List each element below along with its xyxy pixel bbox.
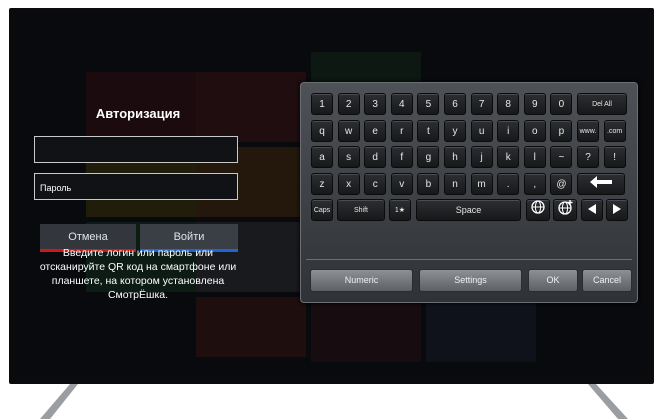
key-2-3[interactable]: f xyxy=(390,146,413,168)
key-0-8[interactable]: 9 xyxy=(523,93,546,115)
cursor-right-key[interactable] xyxy=(606,199,628,221)
key-2-4[interactable]: g xyxy=(417,146,440,168)
login-panel: Авторизация Пароль Отмена Войти Введите … xyxy=(34,96,242,301)
key-3-3[interactable]: v xyxy=(390,172,413,195)
hint-text: Введите логин или пароль или отсканируйт… xyxy=(39,247,237,301)
key-3-1[interactable]: x xyxy=(337,172,360,195)
key-1-6[interactable]: u xyxy=(470,119,493,142)
space-key[interactable]: Space xyxy=(416,199,521,221)
key-0-9[interactable]: 0 xyxy=(550,93,573,115)
key-2-8[interactable]: l xyxy=(523,146,546,168)
key-1-11[interactable]: .com xyxy=(603,119,626,142)
key-0-2[interactable]: 3 xyxy=(364,93,387,115)
globe-plus-icon xyxy=(557,200,572,215)
globe-icon xyxy=(531,200,545,214)
key-1-10[interactable]: www. xyxy=(577,119,599,142)
login-field[interactable] xyxy=(34,136,238,163)
key-3-0[interactable]: z xyxy=(311,172,333,195)
key-0-4[interactable]: 5 xyxy=(417,93,440,115)
key-1-3[interactable]: r xyxy=(390,119,413,142)
key-3-7[interactable]: . xyxy=(497,172,520,195)
key-2-2[interactable]: d xyxy=(364,146,387,168)
key-0-6[interactable]: 7 xyxy=(470,93,493,115)
keyboard-ok-button[interactable]: OK xyxy=(528,269,578,292)
settings-button[interactable]: Settings xyxy=(419,269,522,292)
triangle-left-icon xyxy=(588,204,596,214)
key-2-9[interactable]: ~ xyxy=(550,146,573,168)
key-0-3[interactable]: 4 xyxy=(390,93,413,115)
key-3-6[interactable]: m xyxy=(470,172,493,195)
key-0-7[interactable]: 8 xyxy=(497,93,520,115)
key-0-10[interactable]: Del All xyxy=(577,93,627,115)
key-2-11[interactable]: ! xyxy=(603,146,626,168)
keyboard-cancel-button[interactable]: Cancel xyxy=(582,269,632,292)
key-2-5[interactable]: h xyxy=(444,146,466,168)
triangle-right-icon xyxy=(613,204,621,214)
key-1-9[interactable]: p xyxy=(550,119,573,142)
shift-key[interactable]: Shift xyxy=(337,199,385,221)
on-screen-keyboard: Numeric Settings OK Cancel 1 2 3 4 5 6 7 8 9 0 Del… xyxy=(300,82,638,303)
tv-stand xyxy=(40,384,628,419)
key-3-8[interactable]: , xyxy=(523,172,546,195)
key-2-6[interactable]: j xyxy=(470,146,493,168)
key-3-2[interactable]: c xyxy=(364,172,387,195)
key-1-2[interactable]: e xyxy=(364,119,387,142)
language-key[interactable] xyxy=(526,199,550,221)
key-3-9[interactable]: @ xyxy=(550,172,573,195)
key-3-5[interactable]: n xyxy=(444,172,466,195)
keyboard-bottom-bar: Numeric Settings OK Cancel xyxy=(306,259,632,298)
key-2-0[interactable]: a xyxy=(311,146,333,168)
numeric-button[interactable]: Numeric xyxy=(310,269,413,292)
backspace-key[interactable] xyxy=(577,172,625,195)
key-1-4[interactable]: t xyxy=(417,119,440,142)
symbols-key[interactable]: 1★ xyxy=(389,199,411,221)
cursor-left-key[interactable] xyxy=(581,199,603,221)
caps-key[interactable]: Caps xyxy=(311,199,333,221)
key-2-1[interactable]: s xyxy=(337,146,360,168)
key-1-7[interactable]: i xyxy=(497,119,520,142)
key-2-10[interactable]: ? xyxy=(577,146,599,168)
key-1-0[interactable]: q xyxy=(311,119,333,142)
stand-leg-right xyxy=(588,384,628,419)
arrow-left-icon xyxy=(590,175,612,188)
key-2-7[interactable]: k xyxy=(497,146,520,168)
key-0-0[interactable]: 1 xyxy=(311,93,333,115)
password-field[interactable]: Пароль xyxy=(34,173,238,200)
key-1-5[interactable]: y xyxy=(444,119,466,142)
key-3-4[interactable]: b xyxy=(417,172,440,195)
key-0-5[interactable]: 6 xyxy=(444,93,466,115)
page-title: Авторизация xyxy=(95,106,181,121)
key-1-8[interactable]: o xyxy=(523,119,546,142)
key-1-1[interactable]: w xyxy=(337,119,360,142)
key-0-1[interactable]: 2 xyxy=(337,93,360,115)
add-language-key[interactable] xyxy=(553,199,577,221)
stand-leg-left xyxy=(40,384,78,419)
